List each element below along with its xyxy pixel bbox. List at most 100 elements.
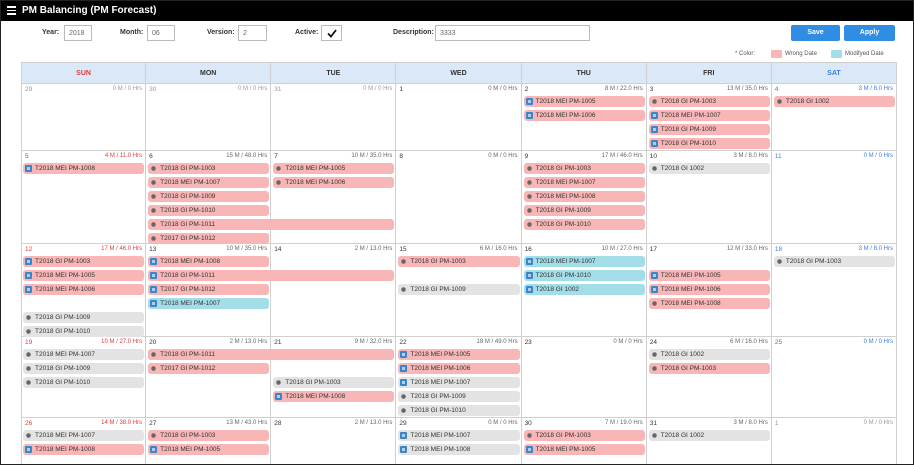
hamburger-menu-icon[interactable]	[7, 6, 16, 15]
day-cell[interactable]: 14 2 M / 13.0 Hrs	[271, 244, 397, 337]
calendar-event[interactable]: T2018 MEI PM-1007	[398, 377, 520, 388]
save-button[interactable]: Save	[791, 25, 840, 41]
day-cell[interactable]: 27 13 M / 43.0 Hrs	[146, 418, 272, 464]
calendar-event[interactable]: T2018 GI 1002	[523, 284, 645, 295]
calendar-event[interactable]: T2018 MEI PM-1008	[648, 298, 770, 309]
calendar-event[interactable]: T2018 MEI PM-1005	[23, 270, 145, 281]
calendar-event[interactable]: T2018 GI PM-1003	[648, 96, 770, 107]
calendar-event[interactable]: T2018 GI PM-1011	[148, 349, 395, 360]
day-cell[interactable]: 30 7 M / 19.0 Hrs	[522, 418, 647, 464]
calendar-event[interactable]: T2018 MEI PM-1006	[273, 177, 395, 188]
gear-icon	[150, 365, 157, 372]
calendar-event[interactable]: T2018 MEI PM-1008	[398, 444, 520, 455]
day-cell[interactable]: 30 0 M / 0 Hrs	[146, 84, 272, 151]
event-label: T2018 GI 1002	[660, 351, 705, 358]
calendar-event[interactable]: T2018 MEI PM-1007	[148, 298, 270, 309]
calendar-event[interactable]: T2018 MEI PM-1005	[523, 444, 645, 455]
calendar-event[interactable]: T2018 MEI PM-1007	[648, 110, 770, 121]
calendar-event[interactable]: T2018 GI PM-1009	[148, 191, 270, 202]
calendar-event[interactable]: T2018 MEI PM-1007	[398, 430, 520, 441]
calendar-event[interactable]: T2018 GI PM-1003	[523, 163, 645, 174]
calendar-event[interactable]: T2018 GI PM-1003	[773, 256, 895, 267]
calendar-event[interactable]: T2018 GI PM-1010	[148, 205, 270, 216]
apply-button[interactable]: Apply	[844, 25, 895, 41]
calendar-event[interactable]: T2018 GI PM-1009	[648, 124, 770, 135]
day-cell[interactable]: 11 0 M / 0 Hrs	[771, 151, 897, 244]
calendar-event[interactable]: T2018 MEI PM-1008	[23, 444, 145, 455]
day-cell[interactable]: 26 14 M / 38.0 Hrs	[21, 418, 147, 464]
calendar-event[interactable]: T2018 MEI PM-1008	[273, 391, 395, 402]
calendar-event[interactable]: T2018 GI PM-1010	[648, 138, 770, 149]
day-cell[interactable]: 31 3 M / 8.0 Hrs	[647, 418, 772, 464]
calendar-event[interactable]: T2018 MEI PM-1007	[523, 256, 645, 267]
day-cell[interactable]: 1 0 M / 0 Hrs	[772, 418, 897, 464]
day-summary: 6 M / 16.0 Hrs	[479, 246, 518, 252]
calendar-event[interactable]: T2018 MEI PM-1005	[148, 444, 270, 455]
description-input[interactable]: 3333	[435, 25, 590, 41]
version-input[interactable]: 2	[238, 25, 267, 41]
calendar-event[interactable]: T2018 MEI PM-1008	[148, 256, 270, 267]
calendar-event[interactable]: T2017 GI PM-1012	[148, 363, 270, 374]
weekday-header-mon: MON	[146, 62, 272, 84]
day-cell[interactable]: 29 0 M / 0 Hrs	[396, 418, 522, 464]
calendar-event[interactable]: T2018 MEI PM-1006	[23, 284, 145, 295]
calendar-event[interactable]: T2018 MEI PM-1008	[523, 191, 645, 202]
calendar-event[interactable]: T2018 GI PM-1010	[523, 270, 645, 281]
calendar-icon	[525, 98, 533, 105]
calendar-icon	[400, 432, 408, 439]
day-cell[interactable]: 29 0 M / 0 Hrs	[21, 84, 147, 151]
day-cell[interactable]: 28 2 M / 13.0 Hrs	[271, 418, 397, 464]
calendar-event[interactable]: T2018 MEI PM-1007	[23, 349, 145, 360]
calendar-event[interactable]: T2018 MEI PM-1007	[148, 177, 270, 188]
calendar-event[interactable]: T2018 GI PM-1003	[23, 256, 145, 267]
calendar-event[interactable]: T2018 GI PM-1003	[273, 377, 395, 388]
calendar-event[interactable]: T2018 GI PM-1011	[148, 219, 395, 230]
calendar-event[interactable]: T2017 GI PM-1012	[148, 233, 270, 244]
calendar-event[interactable]: T2018 GI 1002	[648, 430, 770, 441]
day-number: 27	[149, 420, 157, 427]
calendar-event[interactable]: T2017 GI PM-1012	[148, 284, 270, 295]
day-cell[interactable]: 25 0 M / 0 Hrs	[771, 337, 897, 418]
day-cell[interactable]: 31 0 M / 0 Hrs	[271, 84, 397, 151]
calendar-event[interactable]: T2018 GI PM-1009	[23, 312, 145, 323]
calendar-event[interactable]: T2018 MEI PM-1006	[648, 284, 770, 295]
calendar-icon	[150, 300, 158, 307]
calendar-event[interactable]: T2018 MEI PM-1005	[398, 349, 520, 360]
calendar-event[interactable]: T2018 GI PM-1009	[398, 284, 520, 295]
calendar-event[interactable]: T2018 MEI PM-1007	[523, 177, 645, 188]
day-cell[interactable]: 23 0 M / 0 Hrs	[521, 337, 647, 418]
calendar-event[interactable]: T2018 GI 1002	[773, 96, 895, 107]
calendar-event[interactable]: T2018 MEI PM-1005	[273, 163, 395, 174]
calendar-event[interactable]: T2018 GI PM-1009	[23, 363, 145, 374]
calendar-event[interactable]: T2018 GI PM-1009	[398, 391, 520, 402]
calendar-event[interactable]: T2018 MEI PM-1007	[23, 430, 145, 441]
gear-icon	[275, 165, 282, 172]
weekday-header-sun: SUN	[21, 62, 147, 84]
active-checkbox[interactable]	[321, 25, 342, 41]
calendar-event[interactable]: T2018 GI PM-1010	[23, 377, 145, 388]
calendar-event[interactable]: T2018 MEI PM-1006	[523, 110, 645, 121]
calendar-event[interactable]: T2018 GI PM-1010	[23, 326, 145, 337]
day-cell[interactable]: 8 0 M / 0 Hrs	[396, 151, 522, 244]
calendar-event[interactable]: T2018 GI PM-1011	[148, 270, 395, 281]
calendar-event[interactable]: T2018 GI PM-1003	[648, 363, 770, 374]
calendar-event[interactable]: T2018 GI PM-1009	[523, 205, 645, 216]
calendar-event[interactable]: T2018 GI PM-1003	[148, 163, 270, 174]
calendar-event[interactable]: T2018 GI PM-1010	[523, 219, 645, 230]
calendar-event[interactable]: T2018 MEI PM-1005	[523, 96, 645, 107]
day-cell[interactable]: 1 0 M / 0 Hrs	[396, 84, 522, 151]
calendar-event[interactable]: T2018 GI 1002	[648, 349, 770, 360]
day-cell[interactable]: 4 3 M / 8.0 Hrs	[771, 84, 897, 151]
calendar-event[interactable]: T2018 MEI PM-1006	[398, 363, 520, 374]
calendar-event[interactable]: T2018 GI PM-1010	[398, 405, 520, 416]
calendar-event[interactable]: T2018 MEI PM-1005	[648, 270, 770, 281]
calendar-event[interactable]: T2018 MEI PM-1008	[23, 163, 145, 174]
year-input[interactable]: 2018	[64, 25, 92, 41]
event-label: T2018 MEI PM-1008	[285, 393, 346, 400]
calendar-icon	[150, 286, 158, 293]
month-input[interactable]: 06	[147, 25, 175, 41]
calendar-event[interactable]: T2018 GI PM-1003	[523, 430, 645, 441]
calendar-event[interactable]: T2018 GI 1002	[648, 163, 770, 174]
calendar-event[interactable]: T2018 GI PM-1003	[398, 256, 520, 267]
calendar-event[interactable]: T2018 GI PM-1003	[148, 430, 270, 441]
